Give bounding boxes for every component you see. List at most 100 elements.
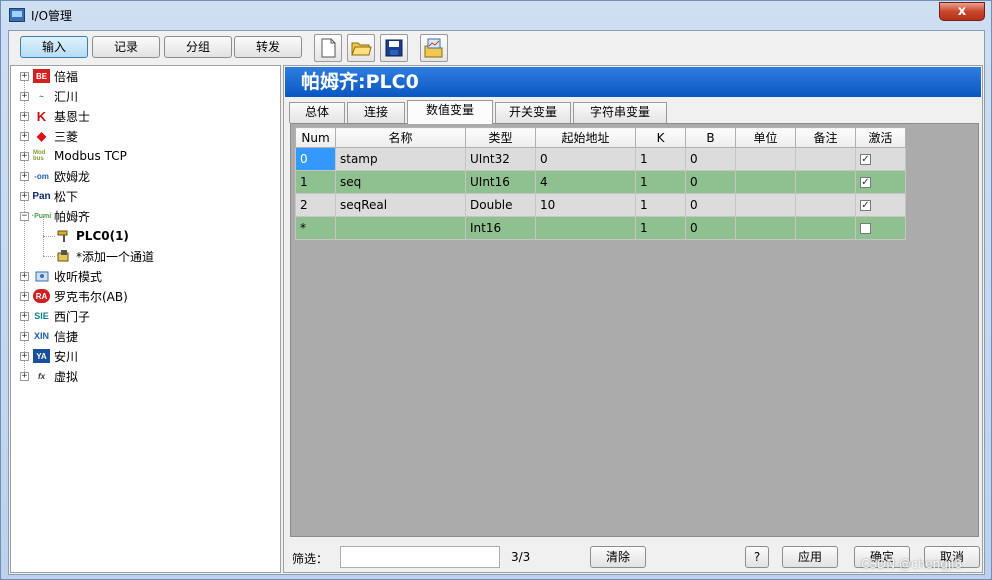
record-button[interactable]: 记录 [92, 36, 160, 58]
tree-item-xinje[interactable]: + XIN 信捷 [20, 326, 78, 346]
table-row[interactable]: 2 seqReal Double 10 1 0 ✓ [295, 193, 906, 217]
tree-item-virtual[interactable]: + fx 虚拟 [20, 366, 78, 386]
tree-item-beckhoff[interactable]: + BE 倍福 [20, 66, 78, 86]
tab-general[interactable]: 总体 [289, 102, 345, 123]
tree-item-mitsubishi[interactable]: + ◆ 三菱 [20, 126, 78, 146]
cell-address[interactable]: 10 [535, 193, 636, 217]
col-start-address[interactable]: 起始地址 [535, 127, 636, 148]
save-disk-icon[interactable] [380, 34, 408, 62]
tree-item-inovance[interactable]: + ~ 汇川 [20, 86, 78, 106]
col-active[interactable]: 激活 [855, 127, 906, 148]
tree-item-panasonic[interactable]: + Pan 松下 [20, 186, 78, 206]
cell-num[interactable]: * [295, 216, 336, 240]
cell-active[interactable]: ✓ [855, 193, 906, 217]
filter-input[interactable] [340, 546, 500, 568]
expand-plus-icon[interactable]: + [20, 111, 29, 121]
cell-note[interactable] [795, 147, 856, 171]
tree-item-omron[interactable]: + -om 欧姆龙 [20, 166, 90, 186]
cell-address[interactable]: 4 [535, 170, 636, 194]
cell-unit[interactable] [735, 147, 796, 171]
tree-item-add-channel[interactable]: *添加一个通道 [55, 246, 154, 266]
cell-b[interactable]: 0 [685, 193, 736, 217]
collapse-minus-icon[interactable]: − [20, 211, 29, 221]
expand-plus-icon[interactable]: + [20, 171, 29, 181]
apply-button[interactable]: 应用 [782, 546, 838, 568]
input-button[interactable]: 输入 [20, 36, 88, 58]
tree-item-modbus-tcp[interactable]: + Mod bus Modbus TCP [20, 146, 127, 166]
tree-item-rockwell[interactable]: + RA 罗克韦尔(AB) [20, 286, 128, 306]
cell-k[interactable]: 1 [635, 216, 686, 240]
new-document-icon[interactable] [314, 34, 342, 62]
cell-b[interactable]: 0 [685, 147, 736, 171]
col-k[interactable]: K [635, 127, 686, 148]
tree-item-keyence[interactable]: + K 基恩士 [20, 106, 90, 126]
expand-plus-icon[interactable]: + [20, 191, 29, 201]
cell-note[interactable] [795, 193, 856, 217]
cell-type[interactable]: UInt16 [465, 170, 536, 194]
open-folder-icon[interactable] [347, 34, 375, 62]
cell-active[interactable]: ✓ [855, 147, 906, 171]
active-checkbox[interactable]: ✓ [860, 154, 871, 165]
cell-type[interactable]: Int16 [465, 216, 536, 240]
col-note[interactable]: 备注 [795, 127, 856, 148]
tree-item-plc0[interactable]: PLC0(1) [55, 226, 129, 246]
cell-name[interactable] [335, 216, 466, 240]
expand-plus-icon[interactable]: + [20, 351, 29, 361]
active-checkbox[interactable]: ✓ [860, 200, 871, 211]
expand-plus-icon[interactable]: + [20, 71, 29, 81]
tab-switch-variables[interactable]: 开关变量 [495, 102, 571, 123]
active-checkbox[interactable]: ✓ [860, 177, 871, 188]
close-button[interactable]: x [939, 2, 985, 21]
cell-unit[interactable] [735, 193, 796, 217]
col-num[interactable]: Num [295, 127, 336, 148]
cell-num[interactable]: 0 [295, 147, 336, 171]
expand-plus-icon[interactable]: + [20, 291, 29, 301]
cell-b[interactable]: 0 [685, 216, 736, 240]
table-row[interactable]: 1 seq UInt16 4 1 0 ✓ [295, 170, 906, 194]
cell-num[interactable]: 1 [295, 170, 336, 194]
cell-unit[interactable] [735, 216, 796, 240]
cell-num[interactable]: 2 [295, 193, 336, 217]
cell-active[interactable] [855, 216, 906, 240]
cell-type[interactable]: Double [465, 193, 536, 217]
cell-unit[interactable] [735, 170, 796, 194]
cell-name[interactable]: seqReal [335, 193, 466, 217]
tree-item-siemens[interactable]: + SIE 西门子 [20, 306, 90, 326]
tab-connection[interactable]: 连接 [347, 102, 405, 123]
col-name[interactable]: 名称 [335, 127, 466, 148]
tab-numeric-variables[interactable]: 数值变量 [407, 100, 493, 124]
cell-k[interactable]: 1 [635, 147, 686, 171]
tree-item-pamuzi[interactable]: − ·Pumi 帕姆齐 [20, 206, 90, 226]
cell-k[interactable]: 1 [635, 193, 686, 217]
cell-address[interactable] [535, 216, 636, 240]
forward-button[interactable]: 转发 [234, 36, 302, 58]
cell-b[interactable]: 0 [685, 170, 736, 194]
clear-button[interactable]: 清除 [590, 546, 646, 568]
cell-address[interactable]: 0 [535, 147, 636, 171]
expand-plus-icon[interactable]: + [20, 371, 29, 381]
tree-item-yaskawa[interactable]: + YA 安川 [20, 346, 78, 366]
chart-folder-icon[interactable] [420, 34, 448, 62]
col-b[interactable]: B [685, 127, 736, 148]
cell-name[interactable]: stamp [335, 147, 466, 171]
tree-item-listen-mode[interactable]: + 收听模式 [20, 266, 102, 286]
col-unit[interactable]: 单位 [735, 127, 796, 148]
cell-active[interactable]: ✓ [855, 170, 906, 194]
expand-plus-icon[interactable]: + [20, 91, 29, 101]
help-button[interactable]: ? [745, 546, 769, 568]
cell-note[interactable] [795, 216, 856, 240]
col-type[interactable]: 类型 [465, 127, 536, 148]
table-row-new[interactable]: * Int16 1 0 [295, 216, 906, 240]
table-row[interactable]: 0 stamp UInt32 0 1 0 ✓ [295, 147, 906, 171]
cell-k[interactable]: 1 [635, 170, 686, 194]
expand-plus-icon[interactable]: + [20, 271, 29, 281]
cell-type[interactable]: UInt32 [465, 147, 536, 171]
cell-name[interactable]: seq [335, 170, 466, 194]
active-checkbox[interactable] [860, 223, 871, 234]
expand-plus-icon[interactable]: + [20, 311, 29, 321]
expand-plus-icon[interactable]: + [20, 151, 29, 161]
cell-note[interactable] [795, 170, 856, 194]
expand-plus-icon[interactable]: + [20, 331, 29, 341]
group-button[interactable]: 分组 [164, 36, 232, 58]
expand-plus-icon[interactable]: + [20, 131, 29, 141]
